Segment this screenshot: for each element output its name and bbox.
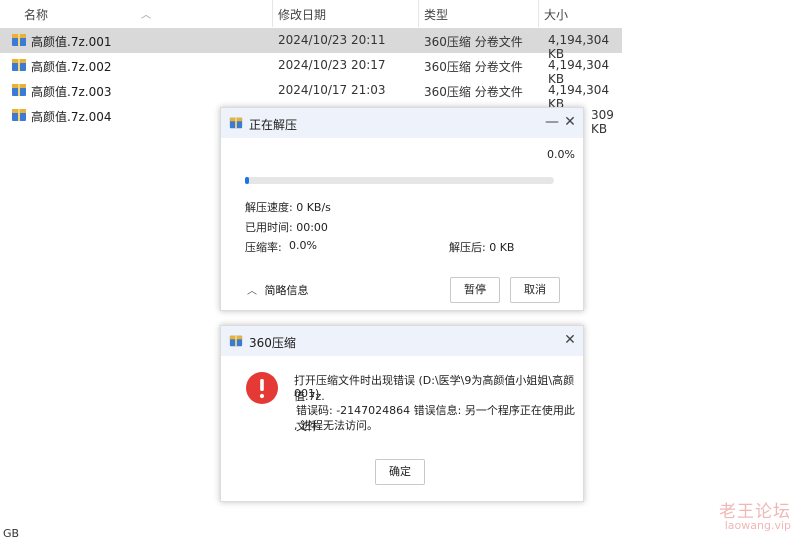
progress-percent: 0.0% xyxy=(547,148,575,161)
dialog-titlebar[interactable]: 360压缩 ✕ xyxy=(221,326,583,356)
sort-caret-icon: ︿ xyxy=(141,10,151,21)
archive-volume-icon xyxy=(12,59,26,71)
file-type: 360压缩 分卷文件 xyxy=(424,85,523,99)
column-separator[interactable] xyxy=(272,0,273,27)
file-row[interactable]: 高颜值.7z.001 2024/10/23 20:11 360压缩 分卷文件 4… xyxy=(0,28,622,61)
elapsed-time: 已用时间: 00:00 xyxy=(245,221,328,234)
column-header-type[interactable]: 类型 xyxy=(424,6,448,23)
file-row[interactable]: 高颜值.7z.002 2024/10/23 20:17 360压缩 分卷文件 4… xyxy=(0,53,622,86)
column-header-bar: ︿ 名称 修改日期 类型 大小 xyxy=(0,0,622,27)
toggle-info-button[interactable]: ︿ 简略信息 xyxy=(247,282,309,298)
error-message-line: 001) xyxy=(294,387,320,400)
extract-progress-dialog: 正在解压 — ✕ 0.0% 解压速度: 0 KB/s 已用时间: 00:00 压… xyxy=(220,107,584,311)
dialog-title: 正在解压 xyxy=(249,118,298,132)
minimize-icon[interactable]: — xyxy=(544,114,560,130)
error-message-line: 打开压缩文件时出现错误 (D:\医学\9为高颜值小姐姐\高颜值.7z. xyxy=(294,374,575,403)
extract-speed: 解压速度: 0 KB/s xyxy=(245,201,331,214)
file-size-partial: 309 KB xyxy=(591,108,614,136)
file-date: 2024/10/17 21:03 xyxy=(278,83,386,97)
column-header-size[interactable]: 大小 xyxy=(544,6,568,23)
error-message-line: , 进程无法访问。 xyxy=(294,419,378,432)
column-header-date[interactable]: 修改日期 xyxy=(278,6,326,23)
archive-app-icon xyxy=(229,117,243,129)
pause-button[interactable]: 暂停 xyxy=(450,277,500,303)
archive-volume-icon xyxy=(12,84,26,96)
error-icon xyxy=(246,372,278,404)
progress-bar xyxy=(245,177,554,184)
archive-app-icon xyxy=(229,335,243,347)
dialog-title: 360压缩 xyxy=(249,336,296,350)
cancel-button[interactable]: 取消 xyxy=(510,277,560,303)
file-name: 高颜值.7z.004 xyxy=(31,110,112,124)
column-separator[interactable] xyxy=(538,0,539,27)
file-name: 高颜值.7z.002 xyxy=(31,60,112,74)
compression-ratio-value: 0.0% xyxy=(289,239,317,252)
dialog-titlebar[interactable]: 正在解压 — ✕ xyxy=(221,108,583,138)
file-date: 2024/10/23 20:17 xyxy=(278,58,386,72)
close-icon[interactable]: ✕ xyxy=(562,332,578,348)
column-header-name[interactable]: 名称 xyxy=(24,6,48,23)
toggle-info-label: 简略信息 xyxy=(264,284,309,297)
file-type: 360压缩 分卷文件 xyxy=(424,60,523,74)
error-dialog: 360压缩 ✕ 打开压缩文件时出现错误 (D:\医学\9为高颜值小姐姐\高颜值.… xyxy=(220,325,584,502)
watermark-url: laowang.vip xyxy=(724,519,791,532)
file-row[interactable]: 高颜值.7z.003 2024/10/17 21:03 360压缩 分卷文件 4… xyxy=(0,78,622,111)
archive-volume-icon xyxy=(12,34,26,46)
ok-button[interactable]: 确定 xyxy=(375,459,425,485)
close-icon[interactable]: ✕ xyxy=(562,114,578,130)
file-name: 高颜值.7z.003 xyxy=(31,85,112,99)
archive-volume-icon xyxy=(12,109,26,121)
progress-bar-fill xyxy=(245,177,249,184)
column-separator[interactable] xyxy=(418,0,419,27)
compression-ratio-label: 压缩率: xyxy=(245,241,282,254)
file-name: 高颜值.7z.001 xyxy=(31,35,112,49)
file-type: 360压缩 分卷文件 xyxy=(424,35,523,49)
chevron-up-icon: ︿ xyxy=(247,286,257,297)
file-date: 2024/10/23 20:11 xyxy=(278,33,386,47)
status-size-fragment: GB xyxy=(3,527,20,540)
extracted-size: 解压后: 0 KB xyxy=(449,241,515,254)
